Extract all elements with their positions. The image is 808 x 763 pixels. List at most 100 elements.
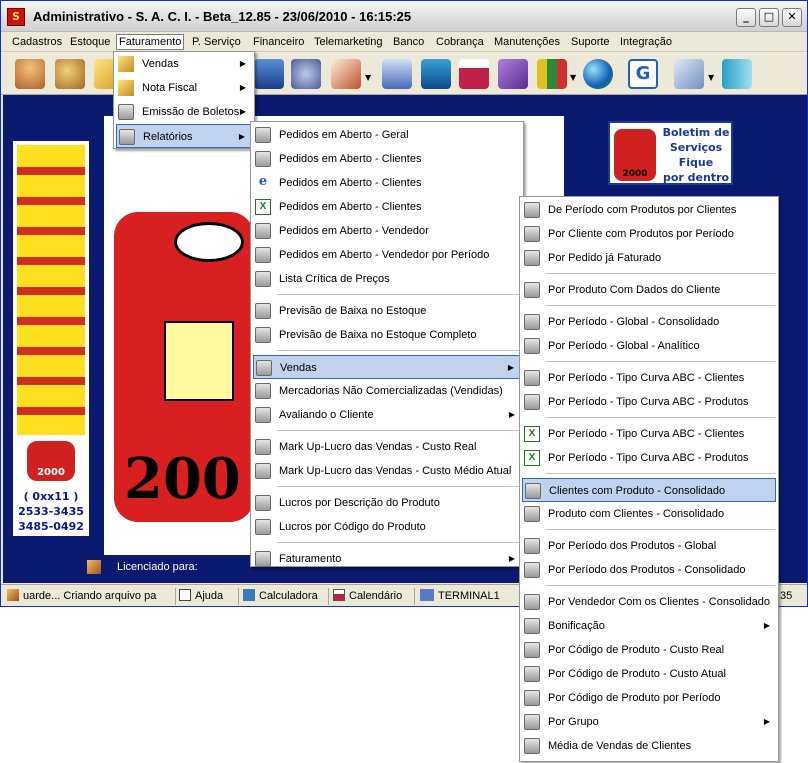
menu-suporte[interactable]: Suporte (569, 34, 612, 50)
printer-icon (524, 338, 540, 354)
gear-icon[interactable] (291, 59, 321, 89)
printer-icon (525, 483, 541, 499)
nfe-icon[interactable] (674, 59, 704, 89)
vendas-item-20[interactable]: Média de Vendas de Clientes (522, 734, 776, 758)
relatorios-item-9[interactable]: Vendas ▶ (253, 355, 521, 379)
window-title: Administrativo - S. A. C. I. - Beta_12.8… (33, 9, 412, 24)
chevron-down-icon[interactable]: ▼ (365, 73, 371, 82)
menu-item-relatorios[interactable]: Relatórios ▶ (116, 124, 252, 148)
menu-estoque[interactable]: Estoque (68, 34, 112, 50)
status-calendario[interactable]: Calendário (333, 588, 402, 605)
vendas-item-19[interactable]: Por Grupo ▶ (522, 710, 776, 734)
menu-integracao[interactable]: Integração (618, 34, 674, 50)
menu-banco[interactable]: Banco (391, 34, 426, 50)
menu-financeiro[interactable]: Financeiro (251, 34, 306, 50)
vendas-item-5[interactable]: Por Período - Global - Analítico (522, 334, 776, 358)
vendas-item-6[interactable]: Por Período - Tipo Curva ABC - Clientes (522, 366, 776, 390)
relatorios-item-5[interactable]: Pedidos em Aberto - Vendedor por Período (253, 243, 521, 267)
chevron-down-icon[interactable]: ▼ (708, 73, 714, 82)
vendas-item-8[interactable]: X Por Período - Tipo Curva ABC - Clientes (522, 422, 776, 446)
menu-item-label: Pedidos em Aberto - Clientes (279, 201, 422, 213)
help-book-icon[interactable] (498, 59, 528, 89)
menu-telemarketing[interactable]: Telemarketing (312, 34, 384, 50)
help-icon (179, 589, 191, 601)
calendar-icon[interactable] (459, 59, 489, 89)
status-message: uarde... Criando arquivo pa (7, 588, 156, 605)
menu-item-label: Pedidos em Aberto - Clientes (279, 177, 422, 189)
vendas-item-7[interactable]: Por Período - Tipo Curva ABC - Produtos (522, 390, 776, 414)
vendas-item-18[interactable]: Por Código de Produto por Período (522, 686, 776, 710)
boletim-panel[interactable]: 2000 Boletim de Serviços Fique por dentro (608, 121, 733, 185)
relatorios-item-2[interactable]: e Pedidos em Aberto - Clientes (253, 171, 521, 195)
relatorios-item-0[interactable]: Pedidos em Aberto - Geral (253, 123, 521, 147)
printer-icon (524, 714, 540, 730)
terminal-icon[interactable] (382, 59, 412, 89)
menu-item-emissao-boletos[interactable]: Emissão de Boletos ▶ (116, 100, 252, 124)
relatorios-item-6[interactable]: Lista Crítica de Preços (253, 267, 521, 291)
menu-item-label: Por Código de Produto por Período (548, 692, 721, 704)
relatorios-item-7[interactable]: Previsão de Baixa no Estoque (253, 299, 521, 323)
relatorios-menu: Pedidos em Aberto - Geral Pedidos em Aber… (250, 121, 524, 567)
status-terminal[interactable]: TERMINAL1 (420, 588, 500, 605)
relatorios-item-8[interactable]: Previsão de Baixa no Estoque Completo (253, 323, 521, 347)
submenu-arrow-icon: ▶ (508, 554, 515, 563)
vendas-item-9[interactable]: X Por Período - Tipo Curva ABC - Produtos (522, 446, 776, 470)
vendas-item-12[interactable]: Por Período dos Produtos - Global (522, 534, 776, 558)
menu-item-nota-fiscal[interactable]: Nota Fiscal ▶ (116, 76, 252, 100)
vendas-item-14[interactable]: Por Vendedor Com os Clientes - Consolida… (522, 590, 776, 614)
vendas-item-11[interactable]: Produto com Clientes - Consolidado (522, 502, 776, 526)
relatorios-item-4[interactable]: Pedidos em Aberto - Vendedor (253, 219, 521, 243)
relatorios-item-10[interactable]: Mercadorias Não Comercializadas (Vendida… (253, 379, 521, 403)
vendas-item-16[interactable]: Por Código de Produto - Custo Real (522, 638, 776, 662)
exit-icon[interactable] (722, 59, 752, 89)
menu-p-servico[interactable]: P. Serviço (190, 34, 243, 50)
users-icon[interactable] (55, 59, 85, 89)
chart-icon[interactable] (537, 59, 567, 89)
vendas-item-4[interactable]: Por Período - Global - Consolidado (522, 310, 776, 334)
status-ajuda[interactable]: Ajuda (179, 588, 223, 605)
globe-icon[interactable] (583, 59, 613, 89)
minimize-button[interactable]: _ (736, 8, 756, 27)
relatorios-item-15[interactable]: Lucros por Código do Produto (253, 515, 521, 539)
vendas-item-2[interactable]: Por Pedido já Faturado (522, 246, 776, 270)
menu-manutencoes[interactable]: Manutenções (492, 34, 562, 50)
google-icon[interactable]: G (628, 59, 658, 89)
printer-icon (255, 463, 271, 479)
relatorios-item-13[interactable]: Mark Up-Lucro das Vendas - Custo Médio A… (253, 459, 521, 483)
vendas-item-10[interactable]: Clientes com Produto - Consolidado (522, 478, 776, 502)
menu-cadastros[interactable]: Cadastros (10, 34, 64, 50)
boletim-text: Boletim de Serviços Fique por dentro (662, 126, 730, 184)
licensed-label: Licenciado para: (117, 561, 198, 573)
pencil-icon (118, 80, 134, 96)
app-logo-icon[interactable]: S (7, 8, 25, 26)
printer-icon (255, 271, 271, 287)
document-sign-icon[interactable] (331, 59, 361, 89)
menu-faturamento[interactable]: Faturamento (116, 34, 185, 50)
vendas-item-15[interactable]: Bonificação ▶ (522, 614, 776, 638)
chevron-down-icon[interactable]: ▼ (570, 73, 576, 82)
maximize-button[interactable]: □ (759, 8, 779, 27)
menu-item-vendas[interactable]: Vendas ▶ (116, 52, 252, 76)
clients-icon[interactable] (15, 59, 45, 89)
excel-icon: X (524, 426, 540, 442)
calculator-icon[interactable] (421, 59, 451, 89)
relatorios-item-14[interactable]: Lucros por Descrição do Produto (253, 491, 521, 515)
menu-separator (546, 305, 776, 306)
relatorios-item-12[interactable]: Mark Up-Lucro das Vendas - Custo Real (253, 435, 521, 459)
title-bar[interactable]: S Administrativo - S. A. C. I. - Beta_12… (1, 1, 807, 32)
relatorios-item-11[interactable]: Avaliando o Cliente ▶ (253, 403, 521, 427)
vendas-item-0[interactable]: De Período com Produtos por Clientes (522, 198, 776, 222)
menu-cobranca[interactable]: Cobrança (434, 34, 486, 50)
people-icon[interactable] (254, 59, 284, 89)
vendas-item-3[interactable]: Por Produto Com Dados do Cliente (522, 278, 776, 302)
relatorios-item-1[interactable]: Pedidos em Aberto - Clientes (253, 147, 521, 171)
status-calculadora[interactable]: Calculadora (243, 588, 318, 605)
close-button[interactable]: ✕ (782, 8, 802, 27)
vendas-item-13[interactable]: Por Período dos Produtos - Consolidado (522, 558, 776, 582)
menu-item-label: Previsão de Baixa no Estoque Completo (279, 329, 477, 341)
relatorios-item-16[interactable]: Faturamento ▶ (253, 547, 521, 571)
menu-item-label: Média de Vendas de Clientes (548, 740, 692, 752)
vendas-item-17[interactable]: Por Código de Produto - Custo Atual (522, 662, 776, 686)
relatorios-item-3[interactable]: X Pedidos em Aberto - Clientes (253, 195, 521, 219)
vendas-item-1[interactable]: Por Cliente com Produtos por Período (522, 222, 776, 246)
